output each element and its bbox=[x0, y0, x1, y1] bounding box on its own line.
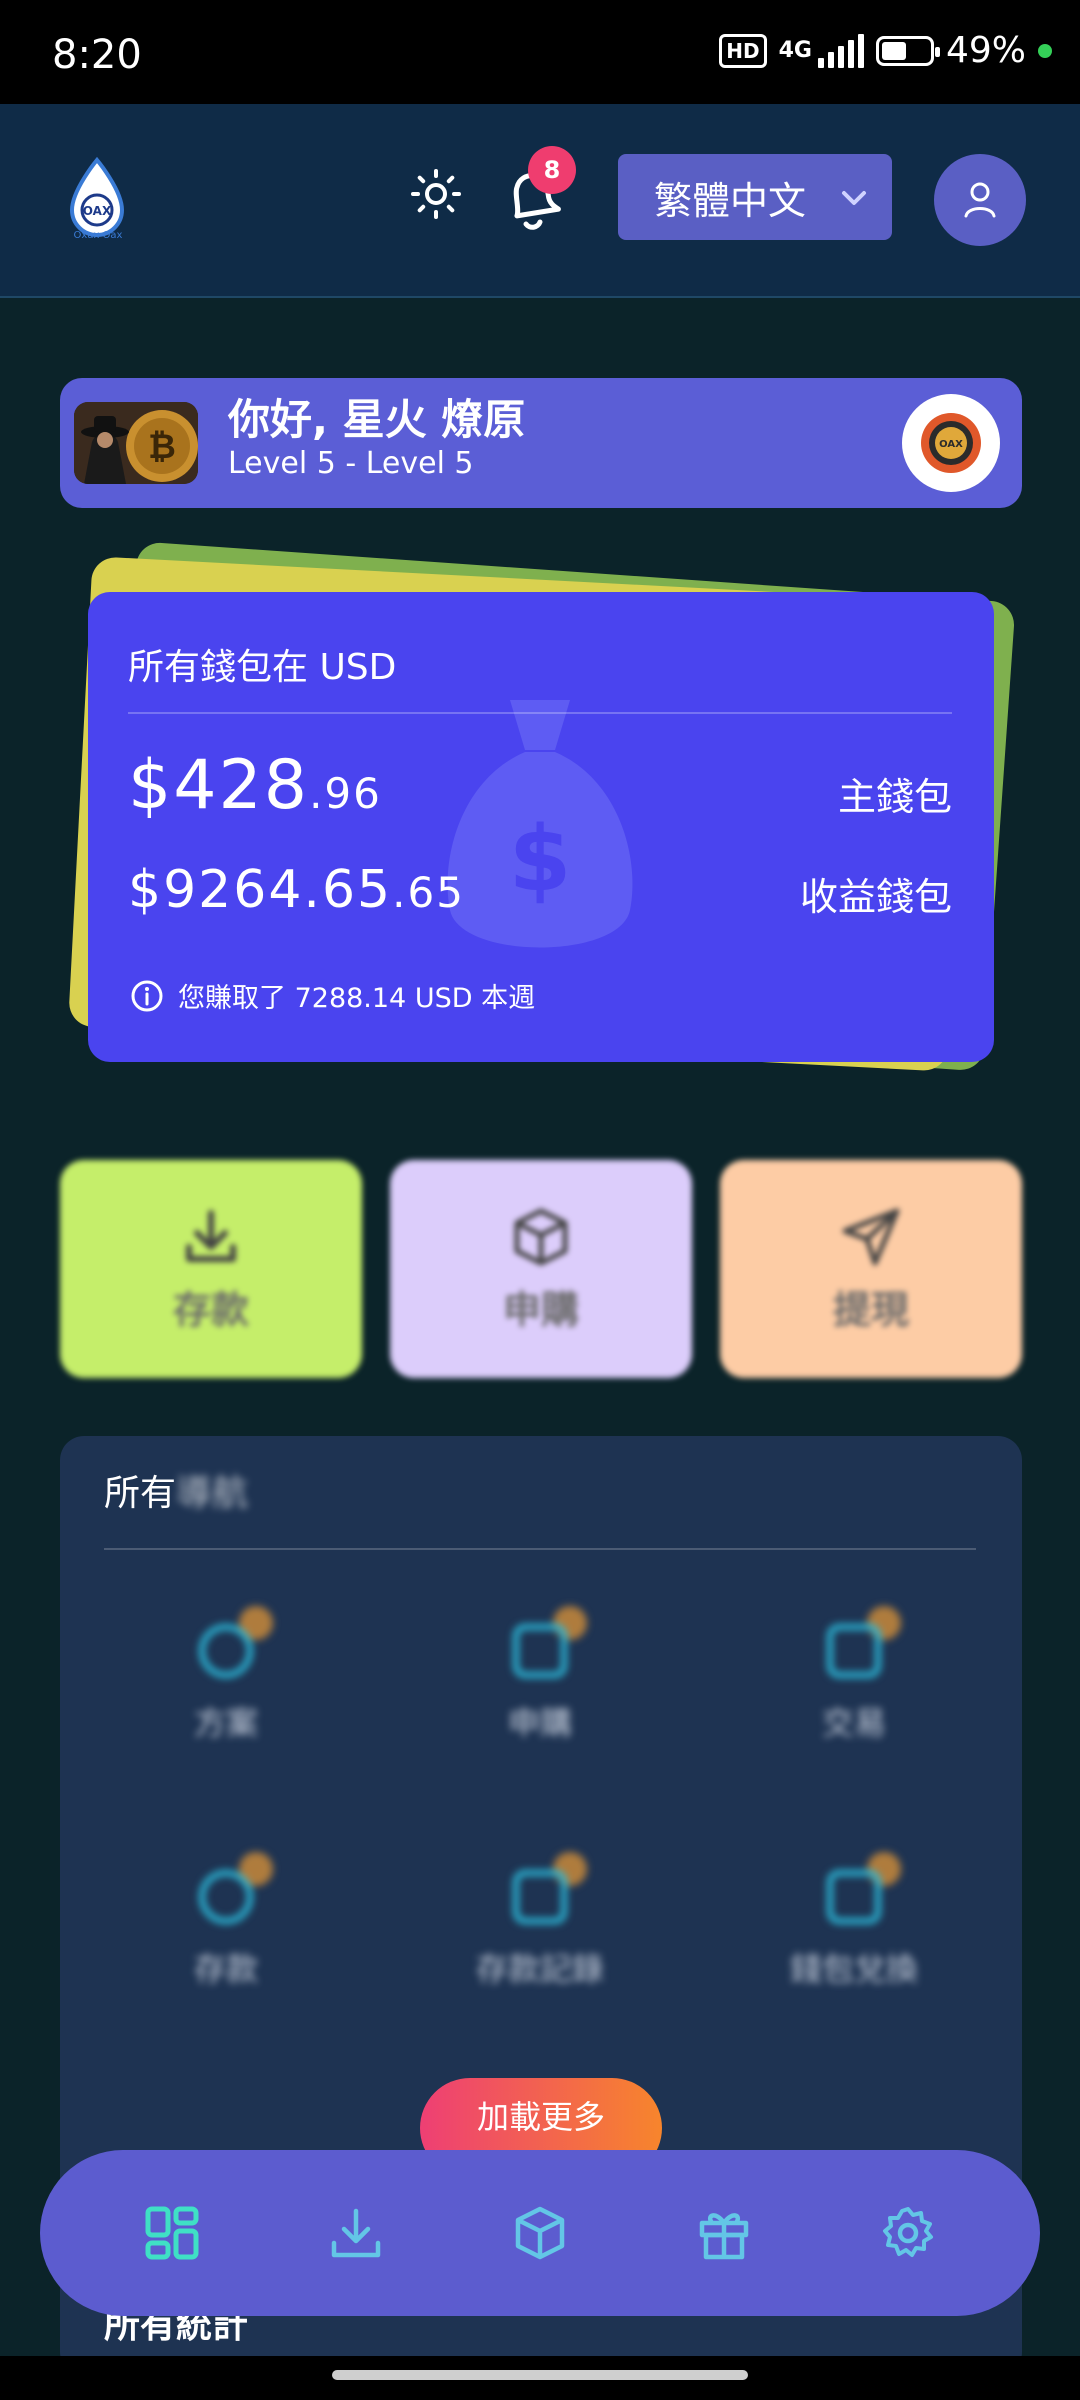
settings-icon bbox=[883, 2207, 933, 2257]
battery-percent: 49% bbox=[945, 30, 1026, 71]
earnings-wallet-label: 收益錢包 bbox=[799, 875, 952, 919]
nav-settings[interactable] bbox=[873, 2198, 943, 2268]
wallet-title: 所有錢包在 USD bbox=[128, 647, 397, 688]
deposit-button[interactable]: 存款 bbox=[60, 1160, 362, 1378]
home-indicator[interactable] bbox=[332, 2370, 748, 2380]
network-type: 4G bbox=[778, 38, 812, 63]
svg-text:OAX: OAX bbox=[83, 204, 112, 218]
info-icon bbox=[131, 980, 163, 1011]
language-select[interactable]: 繁體中文 bbox=[618, 154, 892, 240]
battery-icon bbox=[875, 35, 940, 66]
level-badge-icon: OAX bbox=[902, 394, 1000, 492]
hd-badge: HD bbox=[719, 33, 767, 68]
nav-item-subscribe[interactable]: 申購 bbox=[440, 1606, 640, 1744]
profile-button[interactable] bbox=[934, 154, 1026, 246]
greeting-name: 你好, 星火 燎原 bbox=[228, 395, 526, 444]
withdraw-button[interactable]: 提現 bbox=[720, 1160, 1022, 1378]
wallet-divider bbox=[128, 712, 952, 714]
monitor-icon bbox=[505, 1852, 587, 1932]
charging-dot bbox=[1038, 43, 1052, 58]
box-icon bbox=[514, 1208, 568, 1265]
greeting-banner bbox=[60, 378, 1022, 508]
nav-divider bbox=[104, 1548, 976, 1550]
dashboard-icon bbox=[145, 2206, 199, 2260]
main-wallet-label: 主錢包 bbox=[837, 775, 952, 819]
logo-caption: Oxax Oax bbox=[73, 230, 123, 241]
money-bag-icon: $ bbox=[447, 700, 633, 948]
deposit-label: 存款 bbox=[172, 1287, 249, 1332]
eye-icon bbox=[191, 1606, 273, 1686]
svg-text:₿: ₿ bbox=[148, 427, 176, 467]
status-time: 8:20 bbox=[52, 32, 142, 78]
svg-text:$: $ bbox=[509, 807, 572, 912]
theme-toggle-sun-icon[interactable] bbox=[410, 168, 462, 220]
svg-text:OAX: OAX bbox=[939, 439, 963, 450]
exchange-icon bbox=[819, 1852, 901, 1932]
download-icon bbox=[331, 2208, 381, 2258]
card-icon bbox=[505, 1606, 587, 1686]
dollar-icon bbox=[191, 1852, 273, 1932]
withdraw-label: 提現 bbox=[832, 1287, 909, 1332]
signal-icon bbox=[817, 33, 864, 68]
nav-deposit[interactable] bbox=[321, 2198, 391, 2268]
nav-item-plans[interactable]: 方案 bbox=[126, 1606, 326, 1744]
user-avatar[interactable]: ₿ bbox=[74, 402, 198, 484]
document-icon bbox=[819, 1606, 901, 1686]
subscribe-button[interactable]: 申購 bbox=[390, 1160, 692, 1378]
chevron-down-icon bbox=[842, 191, 866, 205]
bottom-nav bbox=[40, 2150, 1040, 2316]
weekly-earnings-text: 您賺取了 7288.14 USD 本週 bbox=[178, 983, 536, 1014]
user-level: Level 5 - Level 5 bbox=[228, 446, 474, 481]
box-icon bbox=[515, 2206, 565, 2260]
earnings-wallet-amount: $9264.65.65 bbox=[128, 860, 465, 920]
status-icons: HD 4G 49% bbox=[719, 30, 1052, 71]
user-icon bbox=[964, 182, 996, 218]
notification-count-badge: 8 bbox=[528, 146, 576, 194]
nav-item-wallet-exchange[interactable]: 錢包兌換 bbox=[754, 1852, 954, 1990]
nav-subscribe[interactable] bbox=[505, 2198, 575, 2268]
download-icon bbox=[186, 1209, 236, 1262]
language-label: 繁體中文 bbox=[654, 178, 807, 223]
nav-item-trade[interactable]: 交易 bbox=[754, 1606, 954, 1744]
subscribe-label: 申購 bbox=[502, 1287, 579, 1332]
weekly-earnings-note: 您賺取了 7288.14 USD 本週 bbox=[130, 976, 535, 1015]
nav-dashboard[interactable] bbox=[137, 2198, 207, 2268]
nav-section-title: 所有導航 bbox=[104, 1473, 249, 1514]
nav-item-deposit[interactable]: 存款 bbox=[126, 1852, 326, 1990]
main-wallet-amount: $428.96 bbox=[128, 746, 382, 825]
send-icon bbox=[842, 1208, 900, 1265]
nav-item-deposit-history[interactable]: 存款記錄 bbox=[440, 1852, 640, 1990]
bitcoin-avatar-image: ₿ bbox=[74, 402, 198, 484]
nav-rewards[interactable] bbox=[689, 2198, 759, 2268]
gift-icon bbox=[699, 2213, 749, 2260]
